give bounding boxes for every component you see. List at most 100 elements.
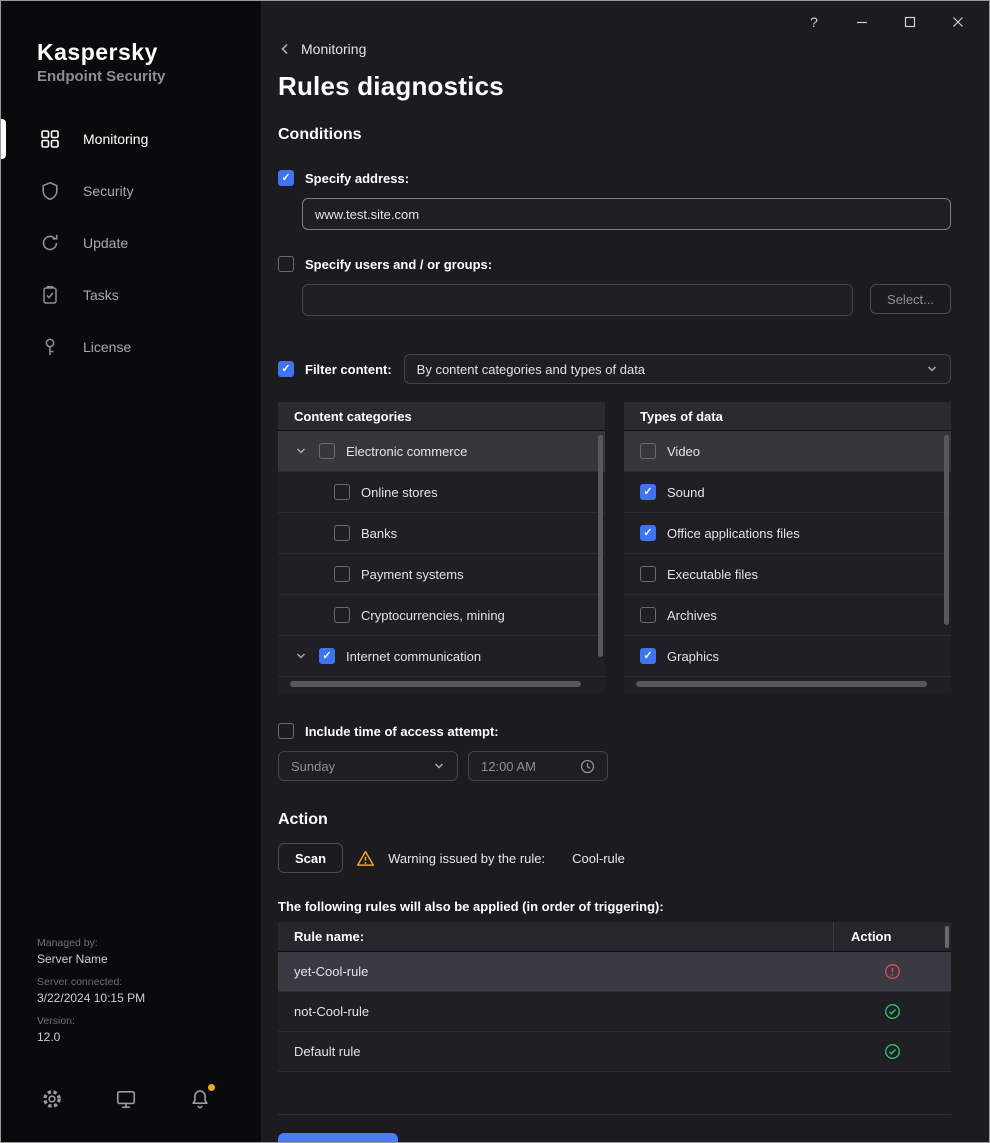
chevron-down-icon[interactable] xyxy=(294,649,308,663)
type-label: Video xyxy=(667,443,701,459)
managed-by-value: Server Name xyxy=(37,952,108,966)
day-selected-option: Sunday xyxy=(291,758,336,774)
filter-content-checkbox[interactable] xyxy=(278,361,294,377)
specify-users-checkbox-row[interactable]: Specify users and / or groups: xyxy=(278,256,492,272)
users-input[interactable] xyxy=(302,284,854,316)
type-checkbox[interactable] xyxy=(640,566,656,582)
sidebar-item-monitoring[interactable]: Monitoring xyxy=(1,113,261,165)
settings-gear-icon[interactable] xyxy=(41,1088,63,1110)
sidebar-item-update[interactable]: Update xyxy=(1,217,261,269)
table-row[interactable]: Default rule xyxy=(278,1032,951,1072)
day-dropdown[interactable]: Sunday xyxy=(278,751,458,781)
minimize-button[interactable] xyxy=(851,11,873,33)
type-checkbox[interactable] xyxy=(640,648,656,664)
specify-address-label: Specify address: xyxy=(305,170,410,186)
server-connected-value: 3/22/2024 10:15 PM xyxy=(37,991,146,1005)
type-label: Archives xyxy=(667,607,717,623)
support-monitor-icon[interactable] xyxy=(115,1088,137,1110)
table-row[interactable]: yet-Cool-rule xyxy=(278,952,951,992)
rule-name-cell: Default rule xyxy=(294,1044,361,1059)
category-row-banks[interactable]: Banks xyxy=(278,513,605,554)
type-checkbox[interactable] xyxy=(640,484,656,500)
category-checkbox[interactable] xyxy=(334,484,350,500)
maximize-button[interactable] xyxy=(899,11,921,33)
type-row-graphics[interactable]: Graphics xyxy=(624,636,951,677)
ok-button[interactable]: OK xyxy=(278,1133,398,1142)
include-time-checkbox[interactable] xyxy=(278,723,294,739)
notifications-bell-icon[interactable] xyxy=(189,1084,215,1110)
type-row-archives[interactable]: Archives xyxy=(624,595,951,636)
rules-table-header: Rule name: Action xyxy=(278,922,951,952)
sidebar-item-label: License xyxy=(83,339,132,355)
vertical-scrollbar-thumb[interactable] xyxy=(945,926,949,948)
type-label: Office applications files xyxy=(667,525,800,541)
type-checkbox[interactable] xyxy=(640,607,656,623)
sidebar-item-license[interactable]: License xyxy=(1,321,261,373)
rule-action-cell xyxy=(833,1003,951,1020)
category-checkbox[interactable] xyxy=(319,648,335,664)
filter-panels: Content categories Electronic commerce O… xyxy=(278,402,951,693)
category-checkbox[interactable] xyxy=(334,525,350,541)
version-label: Version: xyxy=(37,1015,75,1027)
category-checkbox[interactable] xyxy=(319,443,335,459)
time-input[interactable]: 12:00 AM xyxy=(468,751,608,781)
type-row-executable-files[interactable]: Executable files xyxy=(624,554,951,595)
brand-subtitle: Endpoint Security xyxy=(37,68,166,85)
type-row-office-files[interactable]: Office applications files xyxy=(624,513,951,554)
rules-table: Rule name: Action yet-Cool-rule not-Cool… xyxy=(278,922,951,1072)
scan-button[interactable]: Scan xyxy=(278,843,344,873)
vertical-scrollbar-thumb[interactable] xyxy=(944,435,949,625)
category-row-payment-systems[interactable]: Payment systems xyxy=(278,554,605,595)
sidebar-icon-bar xyxy=(1,1058,261,1142)
specify-address-checkbox-row[interactable]: Specify address: xyxy=(278,170,409,186)
category-row-electronic-commerce[interactable]: Electronic commerce xyxy=(278,431,605,472)
select-users-button[interactable]: Select... xyxy=(870,284,951,314)
brand-name: Kaspersky xyxy=(37,39,158,65)
close-button[interactable] xyxy=(947,11,969,33)
horizontal-scrollbar[interactable] xyxy=(278,677,605,691)
users-input-row: Select... xyxy=(302,284,951,316)
chevron-down-icon[interactable] xyxy=(294,444,308,458)
category-row-cryptocurrencies[interactable]: Cryptocurrencies, mining xyxy=(278,595,605,636)
sidebar-item-label: Update xyxy=(83,235,129,251)
scrollbar-thumb[interactable] xyxy=(636,681,927,687)
clipboard-icon xyxy=(39,284,61,306)
chevron-down-icon xyxy=(926,363,938,375)
category-row-online-stores[interactable]: Online stores xyxy=(278,472,605,513)
category-label: Cryptocurrencies, mining xyxy=(361,607,505,623)
sidebar: Kaspersky Endpoint Security Monitoring S… xyxy=(1,1,261,1142)
breadcrumb[interactable]: Monitoring xyxy=(278,41,366,57)
type-row-sound[interactable]: Sound xyxy=(624,472,951,513)
help-button[interactable]: ? xyxy=(803,11,825,33)
type-checkbox[interactable] xyxy=(640,525,656,541)
category-checkbox[interactable] xyxy=(334,607,350,623)
ok-status-icon xyxy=(884,1003,901,1020)
category-checkbox[interactable] xyxy=(334,566,350,582)
rule-name-cell: yet-Cool-rule xyxy=(294,964,369,979)
include-time-checkbox-row[interactable]: Include time of access attempt: xyxy=(278,723,499,739)
specify-users-checkbox[interactable] xyxy=(278,256,294,272)
sidebar-item-tasks[interactable]: Tasks xyxy=(1,269,261,321)
filter-content-checkbox-row[interactable]: Filter content: xyxy=(278,361,392,377)
vertical-scrollbar-thumb[interactable] xyxy=(598,435,603,657)
type-checkbox[interactable] xyxy=(640,443,656,459)
filter-content-dropdown[interactable]: By content categories and types of data xyxy=(403,354,951,384)
address-input[interactable] xyxy=(302,198,951,230)
sidebar-item-security[interactable]: Security xyxy=(1,165,261,217)
horizontal-scrollbar[interactable] xyxy=(624,677,951,691)
scrollbar-thumb[interactable] xyxy=(290,681,581,687)
notification-dot xyxy=(208,1084,215,1091)
type-row-video[interactable]: Video xyxy=(624,431,951,472)
specify-address-checkbox[interactable] xyxy=(278,170,294,186)
server-connected-label: Server connected: xyxy=(37,976,123,988)
type-label: Sound xyxy=(667,484,705,500)
specify-users-label: Specify users and / or groups: xyxy=(305,256,493,272)
chevron-down-icon xyxy=(433,760,445,772)
table-row[interactable]: not-Cool-rule xyxy=(278,992,951,1032)
ok-status-icon xyxy=(884,1043,901,1060)
time-value: 12:00 AM xyxy=(481,758,536,774)
category-row-internet-communication[interactable]: Internet communication xyxy=(278,636,605,677)
action-column-header: Action xyxy=(833,922,951,951)
sidebar-nav: Monitoring Security Update Tasks License xyxy=(1,113,261,373)
type-label: Graphics xyxy=(667,648,720,664)
